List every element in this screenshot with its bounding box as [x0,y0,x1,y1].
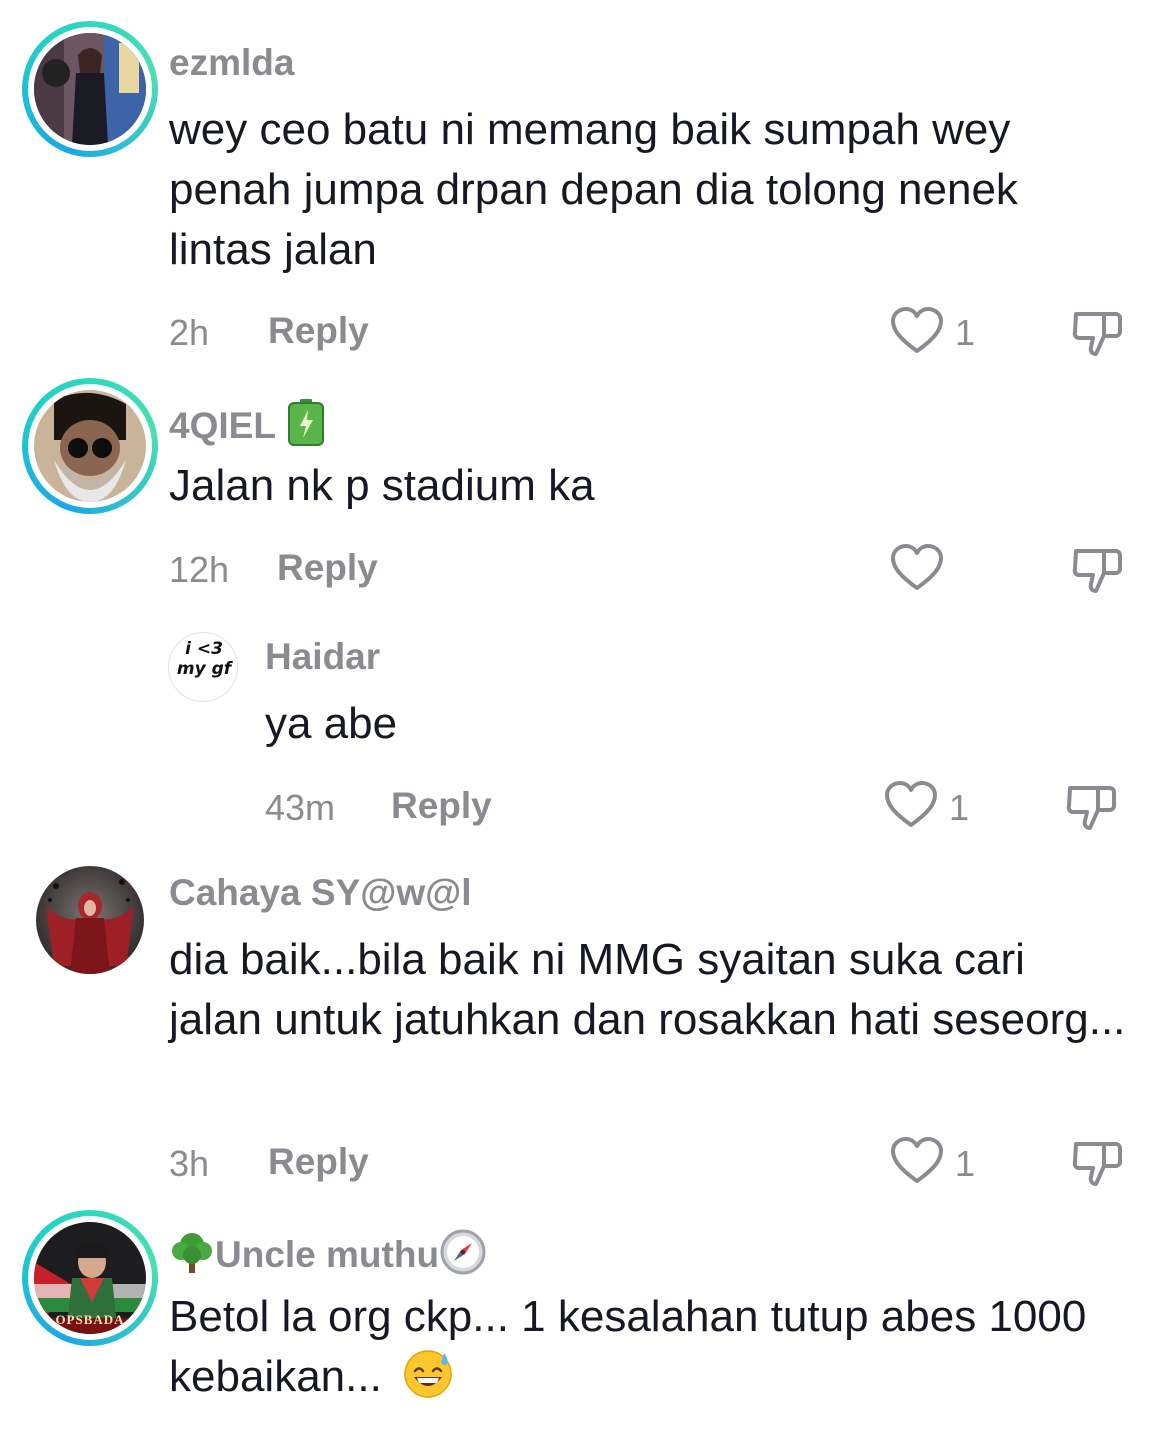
avatar-story-ring[interactable] [22,378,158,514]
heart-icon[interactable] [890,1136,944,1186]
battery-charging-icon [287,399,324,446]
comment-username[interactable]: Uncle muthu [169,1228,487,1276]
avatar [34,33,146,145]
comment-text: wey ceo batu ni memang baik sumpah wey p… [169,105,1018,274]
avatar-story-ring[interactable]: OPSBADA [22,1210,158,1346]
avatar-text: OPSBADA [55,1312,125,1327]
grinning-sweat-emoji [404,1350,452,1398]
heart-icon[interactable] [890,543,944,593]
comment-username[interactable]: Haidar [265,636,380,678]
dislike-icon[interactable] [1070,1136,1124,1188]
comment-text-body: Betol la org ckp... 1 kesalahan tutup ab… [169,1292,1087,1401]
comment-username[interactable]: Cahaya SY@w@l [169,872,472,914]
comment-timestamp: 12h [169,549,230,590]
comment-text: ya abe [265,699,398,748]
comment-username[interactable]: ezmlda [169,42,294,84]
comment-text: Jalan nk p stadium ka [169,461,595,510]
comment-text: Betol la org ckp... 1 kesalahan tutup ab… [169,1287,1129,1407]
reply-button[interactable]: Reply [277,547,378,589]
avatar[interactable]: i <3 my gf [168,632,238,702]
compass-icon [440,1229,486,1275]
like-count: 1 [955,1143,976,1184]
comment-timestamp: 43m [265,787,336,828]
username-text: 4QIEL [169,405,276,446]
avatar [34,390,146,502]
avatar[interactable] [36,866,144,974]
comment-username[interactable]: 4QIEL [169,398,326,447]
like-count: 1 [955,312,976,353]
avatar-text-line2: my gf [176,659,232,679]
reply-button[interactable]: Reply [391,785,492,827]
avatar-text-line1: i <3 [185,639,223,659]
dislike-icon[interactable] [1064,780,1118,832]
comment-timestamp: 3h [169,1143,210,1184]
dislike-icon[interactable] [1070,306,1124,358]
avatar-story-ring[interactable] [22,21,158,157]
comment-4qiel: 4QIEL Jalan nk p stadium ka 12h Reply [0,370,1169,610]
comment-cahaya: Cahaya SY@w@l dia baik...bila baik ni MM… [0,850,1169,1200]
comment-ezmlda: ezmlda wey ceo batu ni memang baik sumpa… [0,0,1169,370]
reply-button[interactable]: Reply [268,310,369,352]
tree-icon [172,1233,212,1273]
comment-text: dia baik...bila baik ni MMG syaitan suka… [169,935,1126,1044]
username-text: Uncle muthu [215,1234,440,1275]
reply-haidar: i <3 my gf Haidar ya abe 43m Reply 1 [0,610,1169,850]
heart-icon[interactable] [884,780,938,830]
reply-button[interactable]: Reply [268,1141,369,1183]
heart-icon[interactable] [890,306,944,356]
avatar: OPSBADA [34,1222,146,1334]
comment-timestamp: 2h [169,312,210,353]
dislike-icon[interactable] [1070,543,1124,595]
like-count: 1 [949,787,970,828]
comment-uncle-muthu: OPSBADA Uncle muthu Betol la org ckp... … [0,1200,1169,1433]
